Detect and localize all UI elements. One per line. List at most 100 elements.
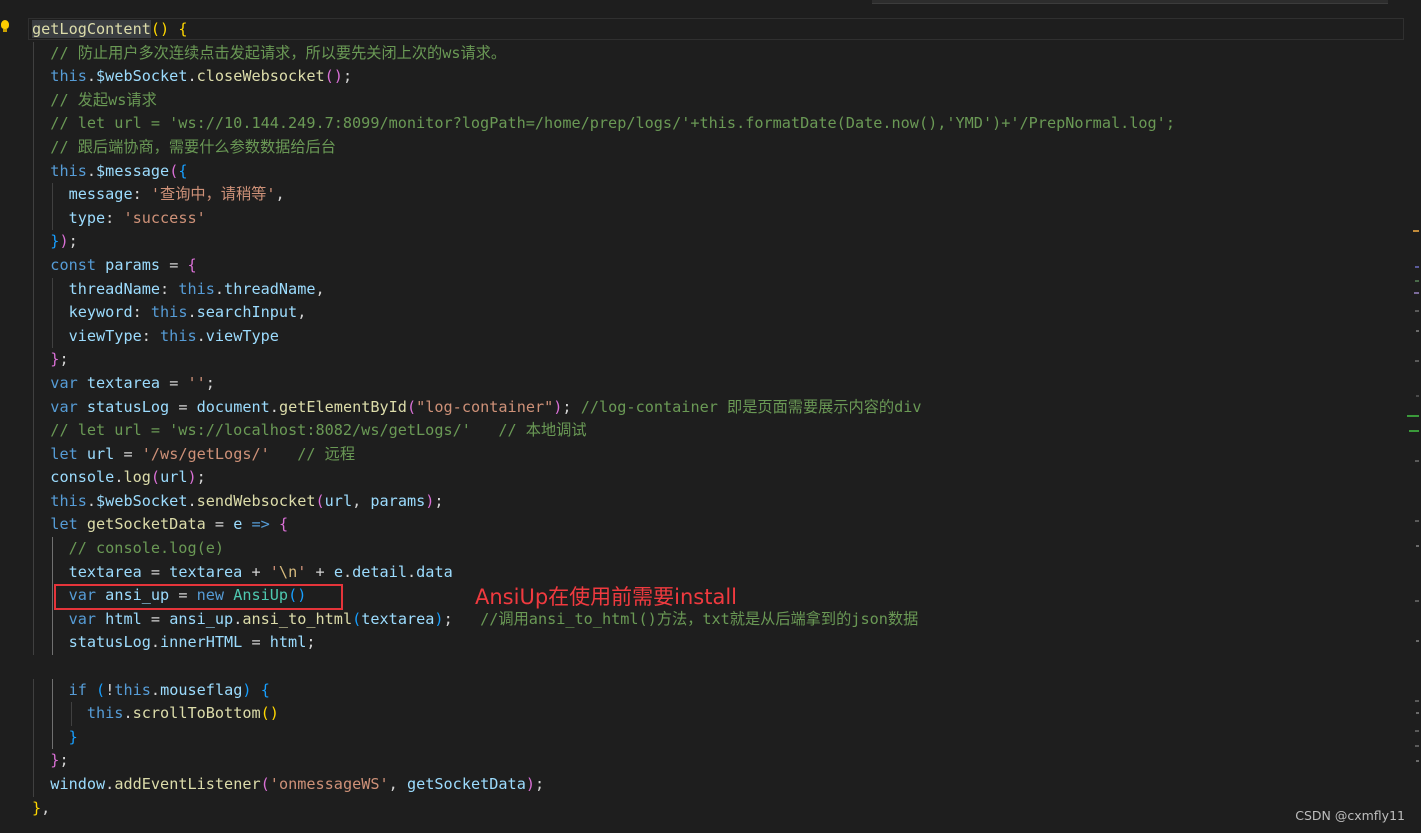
code-token: ,: [41, 798, 51, 817]
code-token: var: [50, 397, 78, 416]
code-line[interactable]: },: [32, 797, 1175, 821]
code-token: ;: [434, 491, 444, 510]
code-token: !: [105, 680, 115, 699]
code-token: // let url = 'ws://localhost:8082/ws/get…: [50, 421, 587, 440]
code-line[interactable]: // console.log(e): [32, 537, 1175, 561]
code-line[interactable]: message: '查询中，请稍等',: [32, 183, 1175, 207]
overview-ruler-marker: [1415, 310, 1419, 312]
code-line[interactable]: const params = {: [32, 253, 1175, 278]
indent-guide: [33, 183, 34, 207]
code-token: // 远程: [297, 444, 356, 463]
code-line[interactable]: this.$webSocket.closeWebsocket();: [32, 65, 1175, 89]
code-token: }: [68, 727, 78, 746]
code-token: +: [306, 562, 334, 581]
code-line[interactable]: // let url = 'ws://localhost:8082/ws/get…: [32, 419, 1175, 443]
code-line[interactable]: });: [32, 230, 1175, 254]
code-line[interactable]: if (!this.mouseflag) {: [32, 678, 1175, 703]
code-line[interactable]: statusLog.innerHTML = html;: [32, 631, 1175, 656]
indent-guide: [33, 466, 34, 490]
code-line[interactable]: };: [32, 749, 1175, 773]
indent-guide: [51, 183, 53, 207]
code-token: this: [114, 680, 151, 699]
code-token: .: [86, 161, 97, 180]
code-line[interactable]: type: 'success': [32, 206, 1175, 231]
overview-ruler-marker: [1416, 545, 1419, 547]
code-token: // 防止用户多次连续点击发起请求，所以要先关闭上次的ws请求。: [50, 43, 507, 62]
code-line[interactable]: this.$message({: [32, 159, 1175, 184]
code-line[interactable]: let url = '/ws/getLogs/' // 远程: [32, 442, 1175, 467]
code-line[interactable]: getLogContent() {: [32, 18, 1175, 42]
code-token: {: [260, 680, 270, 699]
code-line[interactable]: var html = ansi_up.ansi_to_html(textarea…: [32, 607, 1175, 632]
code-token: this: [150, 303, 188, 322]
code-token: .: [407, 562, 417, 581]
code-line[interactable]: console.log(url);: [32, 466, 1175, 490]
code-line[interactable]: this.$webSocket.sendWebsocket(url, param…: [32, 489, 1175, 514]
code-line[interactable]: this.scrollToBottom(): [32, 702, 1175, 726]
code-line[interactable]: textarea = textarea + '\n' + e.detail.da…: [32, 560, 1175, 585]
code-token: threadName: [224, 279, 316, 298]
code-token: html: [269, 633, 307, 652]
indent-guide: [33, 631, 34, 656]
code-token: '/ws/getLogs/': [141, 444, 270, 463]
lightbulb-icon[interactable]: [0, 18, 10, 36]
code-token: .: [86, 67, 97, 86]
code-token: .: [150, 633, 161, 652]
code-line[interactable]: }: [32, 725, 1175, 750]
code-token: (: [406, 397, 417, 416]
lightbulb-base: [3, 29, 7, 32]
code-line[interactable]: viewType: this.viewType: [32, 324, 1175, 349]
code-token: this: [160, 326, 197, 345]
code-line[interactable]: };: [32, 348, 1175, 372]
code-line[interactable]: // 防止用户多次连续点击发起请求，所以要先关闭上次的ws请求。: [32, 41, 1175, 66]
code-token: // 跟后端协商，需要什么参数数据给后台: [50, 137, 336, 156]
code-token: +: [242, 562, 270, 581]
code-line[interactable]: let getSocketData = e => {: [32, 513, 1175, 538]
editor-overview-ruler[interactable]: [1404, 0, 1421, 833]
code-line[interactable]: // let url = 'ws://10.144.249.7:8099/mon…: [32, 112, 1175, 136]
code-line[interactable]: [32, 655, 1175, 679]
code-token: $message: [96, 161, 170, 180]
code-token: viewType: [68, 326, 142, 345]
overview-ruler-marker: [1416, 395, 1419, 397]
indent-guide: [70, 702, 72, 726]
code-token: :: [160, 279, 179, 298]
code-line[interactable]: var statusLog = document.getElementById(…: [32, 395, 1175, 420]
code-token: =: [169, 397, 197, 416]
code-line[interactable]: window.addEventListener('onmessageWS', g…: [32, 773, 1175, 797]
code-line[interactable]: // 发起ws请求: [32, 88, 1175, 113]
code-token: url: [324, 491, 353, 510]
overview-ruler-marker: [1415, 730, 1419, 732]
code-editor[interactable]: getLogContent() { // 防止用户多次连续点击发起请求，所以要先…: [0, 0, 1421, 833]
overview-ruler-marker: [1416, 330, 1419, 332]
indent-guide: [33, 489, 34, 514]
indent-guide: [51, 206, 53, 231]
code-token: url: [160, 468, 188, 487]
code-line[interactable]: // 跟后端协商，需要什么参数数据给后台: [32, 135, 1175, 160]
code-line[interactable]: threadName: this.threadName,: [32, 277, 1175, 302]
overview-ruler-marker: [1415, 280, 1419, 282]
indent-guide: [33, 253, 34, 278]
code-token: scrollToBottom: [132, 704, 261, 723]
overview-ruler-marker: [1415, 700, 1419, 702]
code-line[interactable]: keyword: this.searchInput,: [32, 301, 1175, 325]
code-line[interactable]: var textarea = '';: [32, 371, 1175, 396]
indent-guide: [33, 702, 34, 726]
code-token: {: [178, 161, 188, 180]
code-area[interactable]: getLogContent() { // 防止用户多次连续点击发起请求，所以要先…: [32, 18, 1175, 820]
